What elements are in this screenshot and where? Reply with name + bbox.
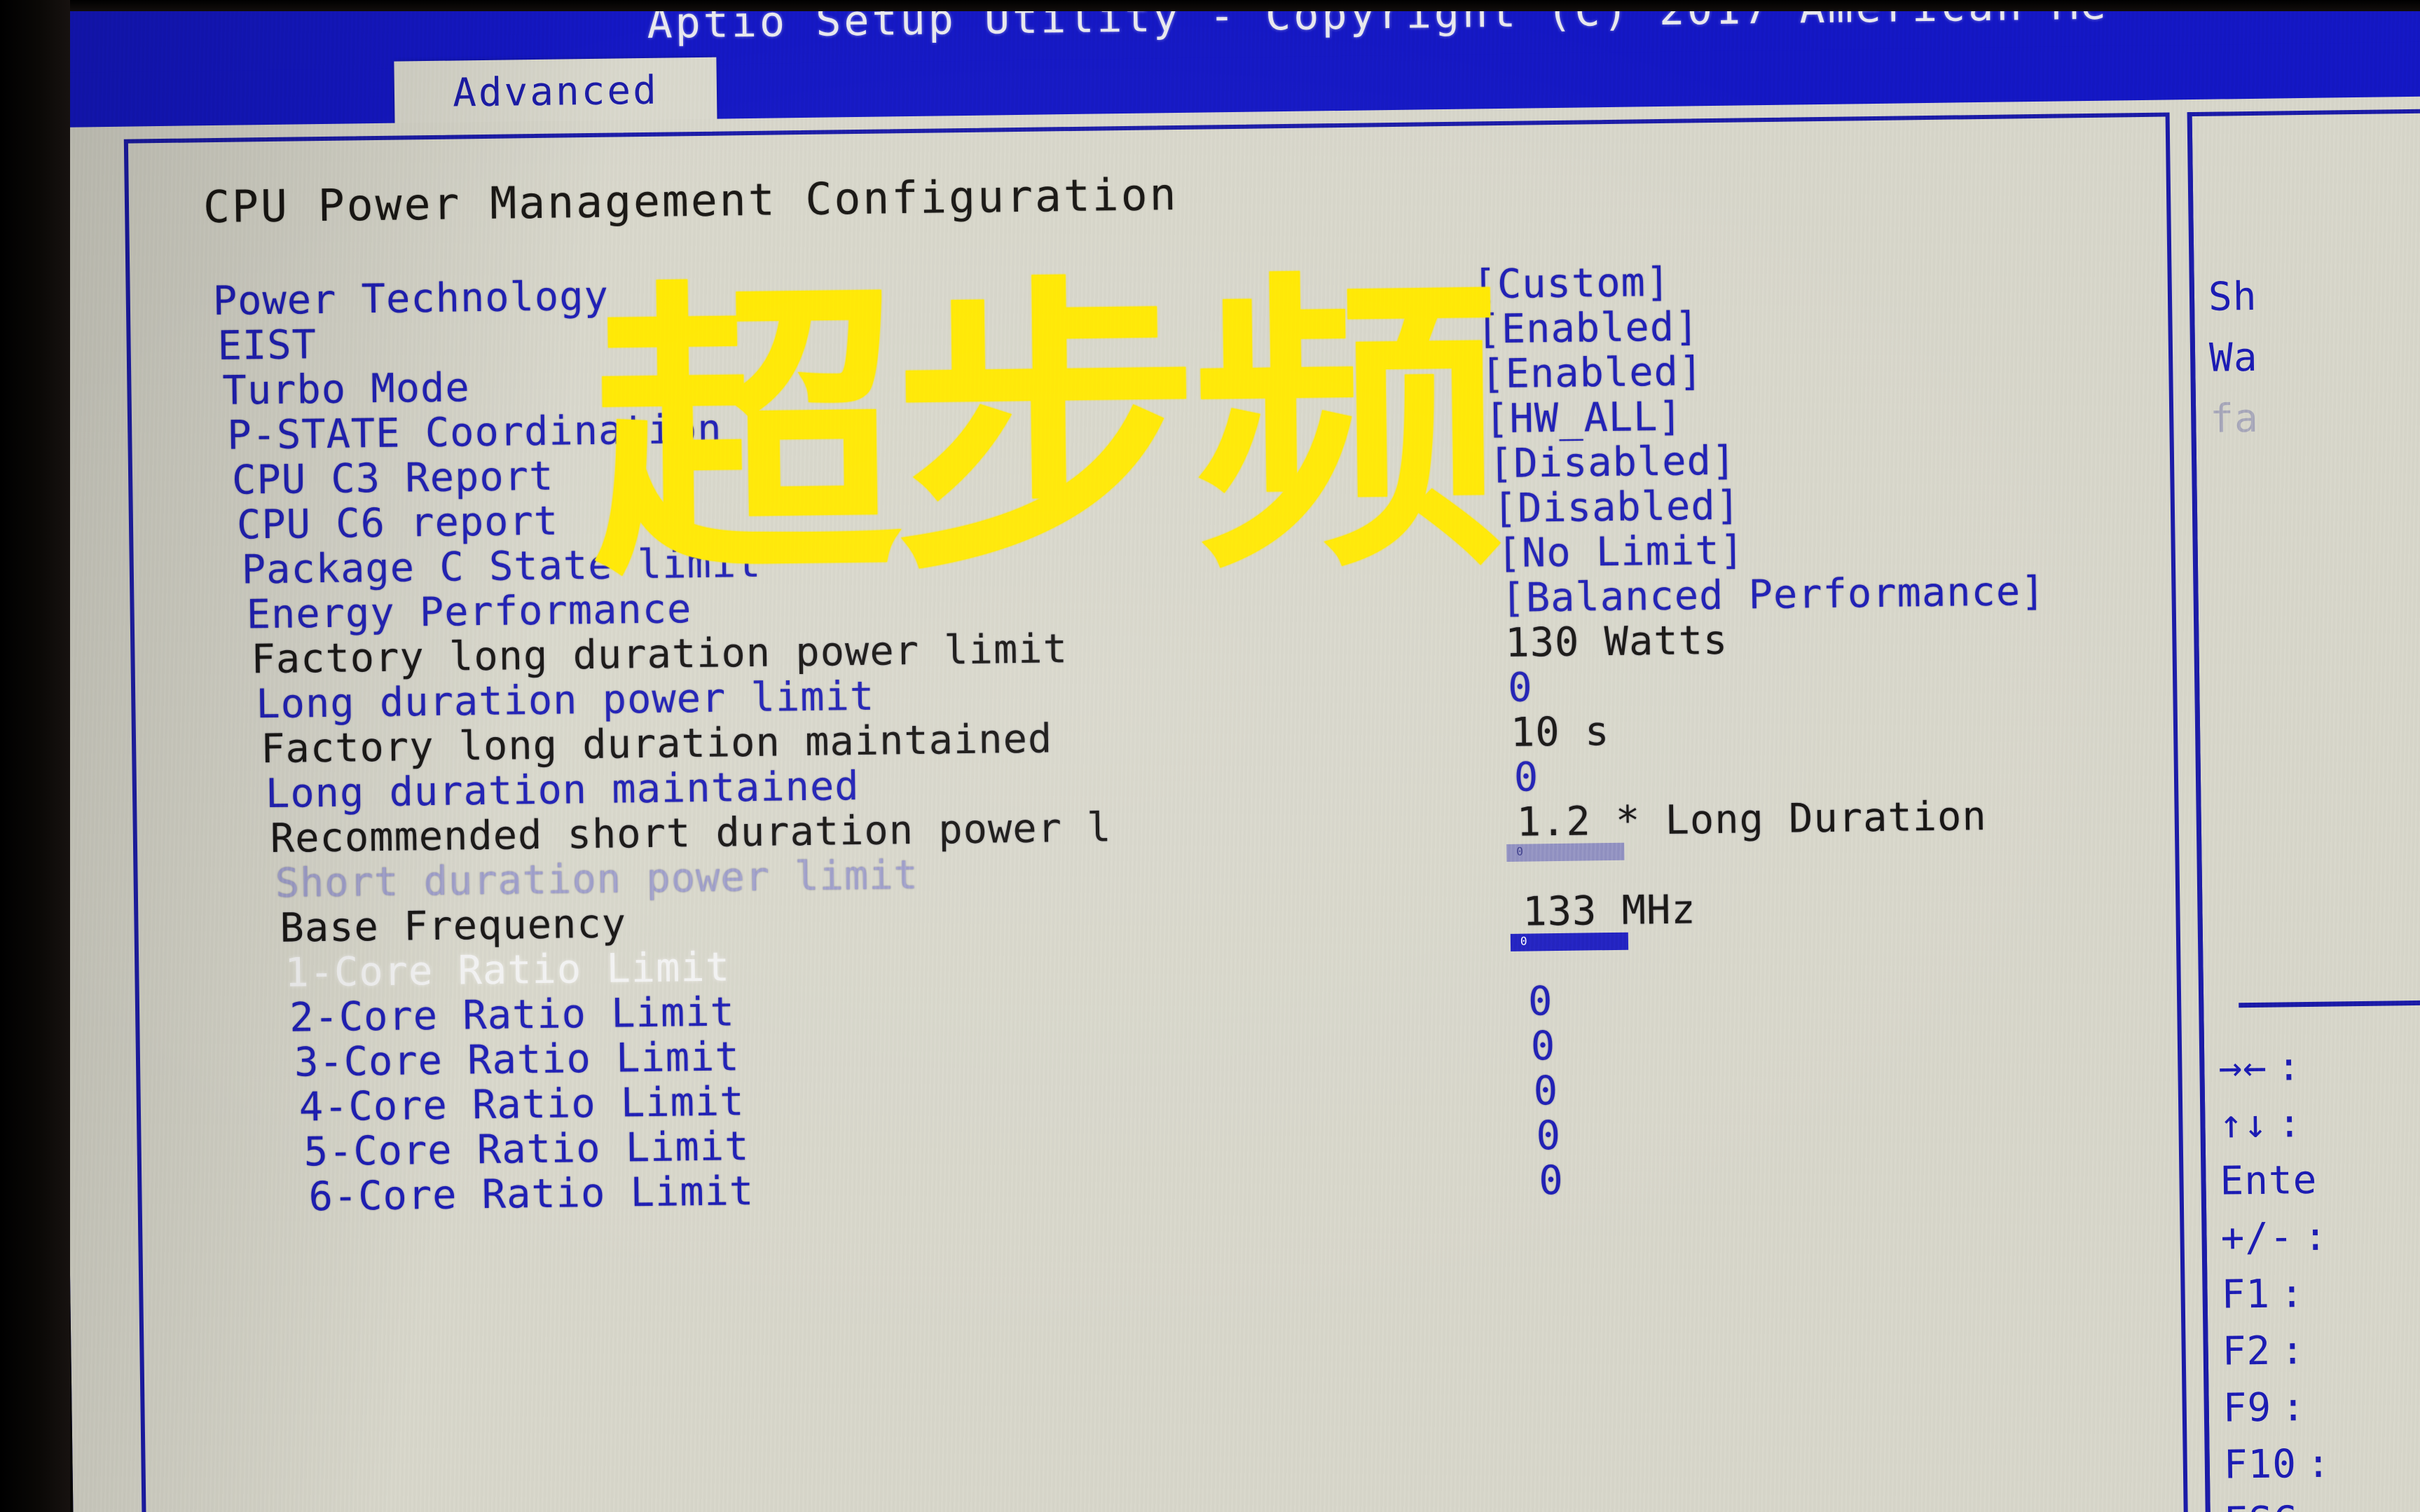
help-line: Wa xyxy=(2208,334,2258,381)
setting-value-input-selected[interactable]: 0 xyxy=(1510,932,1629,951)
key-legend-key: F1 xyxy=(2221,1271,2271,1318)
setting-value[interactable]: 0 xyxy=(1508,664,1533,710)
setting-label: 6-Core Ratio Limit xyxy=(308,1168,755,1221)
key-legend-key: F10 xyxy=(2223,1441,2297,1488)
bios-screen: Aptio Setup Utility - Copyright (C) 2017… xyxy=(53,0,2420,1512)
setting-value[interactable]: 0 xyxy=(1513,754,1539,800)
key-legend-desc: : xyxy=(2279,1271,2305,1317)
setting-label: CPU C6 report xyxy=(236,497,559,549)
key-legend-desc: : xyxy=(2307,1498,2332,1512)
key-legend-desc: : xyxy=(2280,1328,2306,1374)
setting-value[interactable]: 0 xyxy=(1536,1113,1561,1159)
monitor-bezel-left xyxy=(0,0,70,1512)
setting-label: 1-Core Ratio Limit xyxy=(284,944,731,996)
setting-label: 4-Core Ratio Limit xyxy=(298,1078,745,1131)
tab-advanced[interactable]: Advanced xyxy=(394,57,717,126)
help-line: fa xyxy=(2209,395,2260,442)
setting-label: 5-Core Ratio Limit xyxy=(303,1123,750,1176)
setting-value: 1.2 * Long Duration xyxy=(1516,792,1988,846)
setting-value[interactable]: 0 xyxy=(1539,1157,1564,1204)
setting-value[interactable]: [HW_ALL] xyxy=(1485,394,1683,443)
setting-value-input[interactable]: 0 xyxy=(1506,842,1625,862)
setting-label: Power Technology xyxy=(212,273,610,325)
key-legend-item: F2: xyxy=(2222,1326,2420,1375)
setting-value[interactable]: [Enabled] xyxy=(1476,303,1700,352)
key-legend-key: ↑↓ xyxy=(2219,1101,2269,1148)
setting-value[interactable]: [Disabled] xyxy=(1489,438,1737,488)
help-line: Sh xyxy=(2208,273,2257,320)
key-legend-desc: : xyxy=(2281,1384,2306,1431)
key-legend-item: F10: xyxy=(2223,1439,2420,1488)
key-legend-key: ESC xyxy=(2224,1498,2297,1512)
key-legend-desc: : xyxy=(2276,1044,2302,1090)
key-legend-panel: →←:↑↓:Ente+/-:F1:F2:F9:F10:ESC: xyxy=(2218,1042,2420,1512)
setting-label: CPU C3 Report xyxy=(231,453,554,504)
key-legend-key: Ente xyxy=(2220,1157,2318,1204)
key-legend-key: F2 xyxy=(2222,1328,2271,1375)
setting-value: 133 MHz xyxy=(1522,886,1697,935)
setting-value[interactable]: 0 xyxy=(1528,978,1553,1024)
monitor-bezel-top xyxy=(0,0,2420,11)
chinese-watermark: 超步频 xyxy=(589,247,1498,617)
help-panel: Sh Wa fa xyxy=(2208,271,2420,458)
key-legend-item: →←: xyxy=(2218,1042,2420,1091)
setting-label: Turbo Mode xyxy=(222,364,471,414)
key-legend-item: +/-: xyxy=(2220,1212,2420,1261)
setting-label: Base Frequency xyxy=(280,900,627,951)
monitor-photo: Aptio Setup Utility - Copyright (C) 2017… xyxy=(0,0,2420,1512)
setting-value[interactable]: 0 xyxy=(1533,1068,1558,1114)
key-legend-desc: : xyxy=(2303,1214,2328,1260)
setting-value[interactable]: [Custom] xyxy=(1472,259,1670,308)
key-legend-desc: : xyxy=(2306,1441,2332,1487)
setting-label: 3-Core Ratio Limit xyxy=(294,1033,741,1086)
setting-value[interactable]: [Enabled] xyxy=(1480,348,1704,397)
key-legend-key: F9 xyxy=(2222,1384,2272,1431)
key-legend-key: +/- xyxy=(2220,1214,2295,1261)
setting-value[interactable]: [Disabled] xyxy=(1492,483,1740,532)
setting-value: 10 s xyxy=(1510,708,1610,756)
setting-label: EIST xyxy=(217,322,317,369)
key-legend-item: ESC: xyxy=(2224,1496,2420,1512)
setting-value[interactable]: [No Limit] xyxy=(1497,527,1745,577)
key-legend-item: ↑↓: xyxy=(2219,1099,2420,1148)
key-legend-item: F1: xyxy=(2221,1269,2420,1318)
setting-value[interactable]: 0 xyxy=(1530,1023,1555,1069)
key-legend-item: Ente xyxy=(2220,1155,2420,1204)
setting-label: 2-Core Ratio Limit xyxy=(289,989,736,1041)
setting-value: 130 Watts xyxy=(1504,617,1728,666)
key-legend-desc xyxy=(2327,1157,2328,1203)
key-legend-key: →← xyxy=(2218,1044,2268,1091)
key-legend-desc: : xyxy=(2277,1101,2303,1147)
key-legend-item: F9: xyxy=(2222,1382,2420,1431)
